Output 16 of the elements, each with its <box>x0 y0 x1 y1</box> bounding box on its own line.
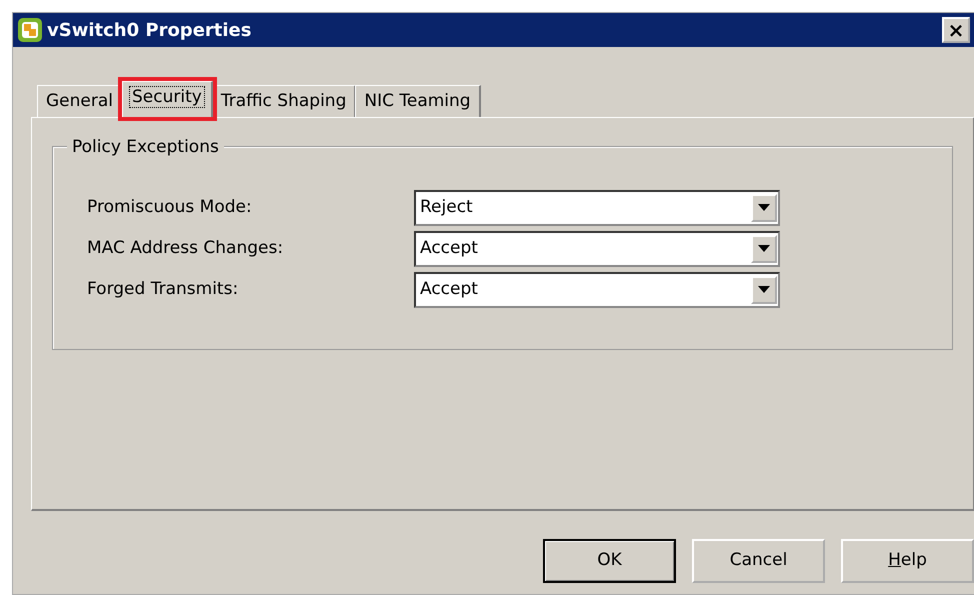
dialog-button[interactable]: OK <box>543 539 676 583</box>
field-label: Promiscuous Mode: <box>87 196 253 219</box>
window-title: vSwitch0 Properties <box>47 18 252 42</box>
field-label: Forged Transmits: <box>87 278 240 301</box>
dropdown-arrow-icon <box>758 204 770 211</box>
app-icon <box>17 17 43 43</box>
dropdown[interactable]: Accept <box>414 272 780 308</box>
dialog-button[interactable]: Cancel <box>692 539 825 583</box>
dropdown-arrow-icon <box>758 245 770 252</box>
dropdown[interactable]: Reject <box>414 190 780 226</box>
dialog-button[interactable]: Help <box>841 539 974 583</box>
dropdown[interactable]: Accept <box>414 230 780 266</box>
tab[interactable]: NIC Teaming <box>355 85 481 117</box>
field-label: MAC Address Changes: <box>87 236 284 260</box>
close-button[interactable]: × <box>942 17 970 43</box>
dropdown-arrow-icon <box>758 286 770 293</box>
